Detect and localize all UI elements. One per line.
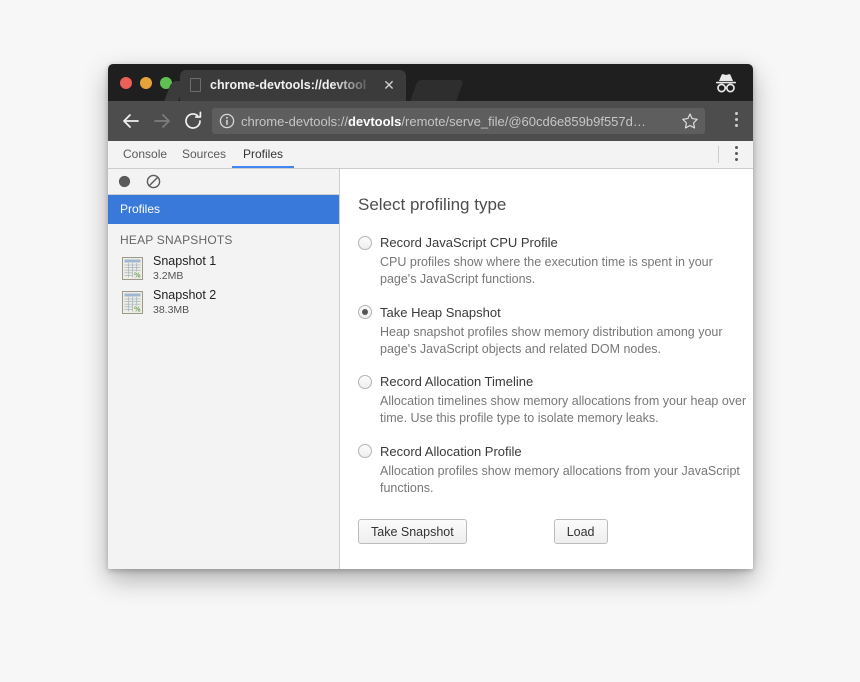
radio-label: Record JavaScript CPU Profile bbox=[380, 235, 558, 250]
incognito-icon bbox=[716, 74, 736, 93]
profiles-sidebar-toolbar bbox=[108, 169, 339, 195]
url-path: /remote/serve_file/@60cd6e859b9f557d… bbox=[401, 114, 646, 129]
radio-button[interactable] bbox=[358, 444, 372, 458]
info-circle-icon[interactable] bbox=[219, 113, 235, 129]
heap-snapshot-icon: % bbox=[122, 256, 143, 280]
menu-dot bbox=[735, 124, 738, 127]
tab-profiles[interactable]: Profiles bbox=[232, 141, 295, 168]
devtools-panel: Console Sources Profiles Profiles HEAP S… bbox=[108, 141, 753, 569]
snapshot-size: 3.2MB bbox=[153, 269, 184, 282]
address-bar-url: chrome-devtools://devtools/remote/serve_… bbox=[241, 112, 669, 131]
close-window-button[interactable] bbox=[120, 77, 132, 89]
menu-dot bbox=[735, 152, 738, 155]
kebab-menu-icon[interactable] bbox=[735, 112, 739, 130]
page-title: Select profiling type bbox=[358, 195, 507, 214]
snapshot-text: Snapshot 2 38.3MB bbox=[153, 288, 216, 315]
devtools-kebab-menu-icon[interactable] bbox=[735, 146, 739, 163]
radio-label: Record Allocation Timeline bbox=[380, 374, 534, 389]
devtools-body: Profiles HEAP SNAPSHOTS % Snapshot 1 3.2… bbox=[108, 169, 753, 569]
profiling-option-allocation-profile[interactable]: Record Allocation Profile Allocation pro… bbox=[358, 444, 753, 498]
radio-button[interactable] bbox=[358, 374, 372, 389]
tab-sources[interactable]: Sources bbox=[171, 141, 237, 168]
menu-dot bbox=[735, 118, 738, 121]
toolbar-divider bbox=[718, 146, 719, 163]
menu-dot bbox=[735, 158, 738, 161]
svg-text:%: % bbox=[134, 271, 141, 279]
back-arrow-icon[interactable] bbox=[119, 109, 143, 133]
radio-label: Record Allocation Profile bbox=[380, 443, 522, 459]
page-icon bbox=[190, 78, 201, 92]
forward-arrow-icon bbox=[154, 114, 170, 128]
profiling-type-panel: Select profiling type Record JavaScript … bbox=[340, 169, 753, 569]
url-prefix: chrome-devtools:// bbox=[241, 114, 348, 129]
window-traffic-lights bbox=[120, 77, 172, 89]
radio-description: CPU profiles show where the execution ti… bbox=[380, 255, 713, 287]
profiling-option-heap-snapshot[interactable]: Take Heap Snapshot Heap snapshot profile… bbox=[358, 305, 753, 359]
radio-button[interactable] bbox=[358, 305, 372, 319]
browser-window: chrome-devtools://devtools/ ✕ chrome-dev… bbox=[108, 64, 753, 569]
heap-snapshots-section-label: HEAP SNAPSHOTS bbox=[120, 233, 233, 247]
browser-tab-active[interactable]: chrome-devtools://devtools/ ✕ bbox=[180, 70, 406, 101]
radio-row[interactable]: Take Heap Snapshot bbox=[358, 305, 753, 320]
profiling-option-allocation-timeline[interactable]: Record Allocation Timeline Allocation ti… bbox=[358, 374, 753, 428]
snapshot-text: Snapshot 1 3.2MB bbox=[153, 254, 216, 281]
tab-console[interactable]: Console bbox=[112, 141, 178, 168]
menu-dot bbox=[735, 146, 738, 149]
browser-tab-title: chrome-devtools://devtools/ bbox=[210, 78, 367, 92]
radio-description: Heap snapshot profiles show memory distr… bbox=[380, 324, 723, 356]
tab-strip: chrome-devtools://devtools/ ✕ bbox=[108, 64, 753, 101]
radio-description: Allocation profiles show memory allocati… bbox=[380, 463, 740, 495]
url-domain: devtools bbox=[347, 114, 402, 129]
list-item[interactable]: % Snapshot 1 3.2MB bbox=[108, 251, 339, 285]
devtools-tab-bar: Console Sources Profiles bbox=[108, 141, 753, 169]
profiling-option-cpu-profile[interactable]: Record JavaScript CPU Profile CPU profil… bbox=[358, 235, 753, 289]
load-button[interactable]: Load bbox=[553, 519, 608, 544]
radio-row[interactable]: Record Allocation Profile bbox=[358, 444, 753, 459]
list-item[interactable]: % Snapshot 2 38.3MB bbox=[108, 285, 339, 319]
action-button-row: Take Snapshot Load bbox=[358, 519, 753, 544]
snapshot-name: Snapshot 2 bbox=[153, 288, 217, 303]
profiles-sidebar: Profiles HEAP SNAPSHOTS % Snapshot 1 3.2… bbox=[108, 169, 340, 569]
snapshot-size: 38.3MB bbox=[153, 303, 190, 316]
sidebar-item-profiles[interactable]: Profiles bbox=[108, 195, 339, 224]
browser-toolbar: chrome-devtools://devtools/remote/serve_… bbox=[108, 101, 753, 141]
radio-row[interactable]: Record Allocation Timeline bbox=[358, 374, 753, 389]
radio-description: Allocation timelines show memory allocat… bbox=[380, 394, 747, 426]
close-icon[interactable]: ✕ bbox=[381, 77, 397, 93]
star-icon[interactable] bbox=[681, 112, 699, 130]
radio-button[interactable] bbox=[358, 235, 372, 250]
record-circle-icon[interactable] bbox=[118, 175, 131, 188]
svg-text:%: % bbox=[134, 305, 141, 313]
take-snapshot-button[interactable]: Take Snapshot bbox=[358, 519, 467, 544]
address-bar[interactable]: chrome-devtools://devtools/remote/serve_… bbox=[212, 108, 705, 134]
radio-label: Take Heap Snapshot bbox=[380, 304, 501, 320]
radio-row[interactable]: Record JavaScript CPU Profile bbox=[358, 235, 753, 250]
menu-dot bbox=[735, 112, 738, 115]
heap-snapshot-icon: % bbox=[122, 290, 143, 314]
minimize-window-button[interactable] bbox=[140, 77, 152, 89]
browser-tab-inactive[interactable] bbox=[410, 80, 464, 101]
clear-no-entry-icon[interactable] bbox=[146, 174, 161, 189]
snapshot-name: Snapshot 1 bbox=[153, 254, 217, 269]
reload-icon[interactable] bbox=[181, 109, 205, 133]
